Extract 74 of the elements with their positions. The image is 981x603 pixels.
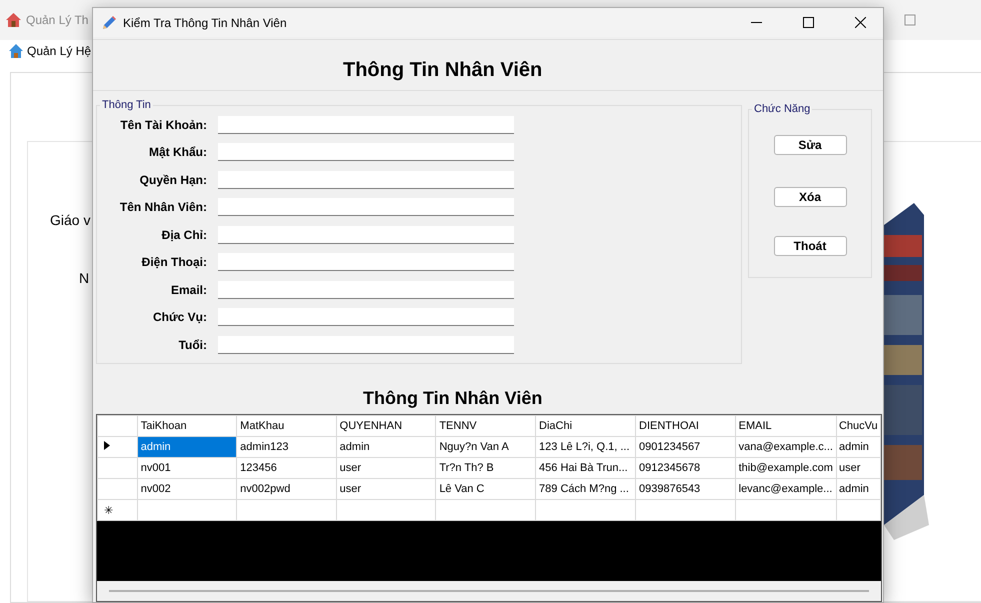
pencil-icon [101, 14, 117, 30]
table-cell[interactable]: nv001 [137, 458, 237, 478]
table-cell[interactable]: admin [836, 478, 880, 500]
table-cell[interactable]: user [336, 458, 436, 478]
label-text: Giáo v [50, 212, 90, 228]
input-field[interactable] [218, 253, 514, 272]
table-cell[interactable]: admin [836, 436, 880, 458]
input-field[interactable] [218, 308, 514, 326]
table-cell[interactable]: 0912345678 [636, 458, 736, 478]
table-cell[interactable]: levanc@example... [735, 478, 836, 500]
new-row-marker: ✳ [98, 500, 138, 520]
column-header[interactable]: TaiKhoan [137, 416, 237, 436]
input-field[interactable] [218, 116, 514, 134]
form-heading: Thông Tin Nhân Viên [343, 58, 542, 82]
input-field[interactable] [218, 280, 514, 299]
window-title: Quản Lý Th [26, 13, 88, 27]
table-cell[interactable]: Nguy?n Van A [436, 436, 536, 458]
dialog-title: Kiểm Tra Thông Tin Nhân Viên [123, 16, 287, 30]
house-icon [8, 43, 24, 59]
table-cell[interactable]: 456 Hai Bà Trun... [536, 458, 636, 478]
table-cell[interactable]: user [836, 458, 880, 478]
field-label: Mật Khẩu: [148, 145, 207, 160]
table-cell[interactable]: admin [336, 436, 436, 458]
group-title: Thông Tin [101, 99, 152, 111]
column-header[interactable]: DiaChi [536, 416, 636, 436]
field-label: Điện Thoại: [140, 255, 207, 270]
maximize-icon [802, 17, 814, 28]
table-cell[interactable]: admin123 [236, 436, 336, 458]
table-cell[interactable]: 0901234567 [636, 436, 736, 458]
field-label: Tên Nhân Viên: [118, 200, 207, 214]
table-cell[interactable]: 0939876543 [636, 478, 736, 500]
table-cell[interactable]: user [336, 478, 436, 500]
input-field[interactable] [218, 336, 514, 354]
input-field[interactable] [218, 198, 514, 216]
field-label: Tuổi: [178, 338, 207, 352]
label-text: N [79, 270, 90, 286]
table-cell[interactable]: Lê Van C [436, 478, 536, 500]
table-cell[interactable]: Tr?n Th? B [436, 458, 536, 478]
input-field[interactable] [218, 226, 514, 244]
minimize-icon [750, 22, 762, 24]
table-cell[interactable]: 123 Lê L?i, Q.1, ... [536, 436, 636, 458]
field-label: Địa Chỉ: [160, 228, 207, 242]
table-cell[interactable]: 789 Cách M?ng ... [536, 478, 636, 500]
close-icon [854, 17, 866, 28]
column-header[interactable]: EMAIL [735, 416, 836, 436]
table-cell[interactable]: admin [137, 436, 237, 458]
row-header[interactable] [98, 436, 138, 458]
input-field[interactable] [218, 170, 514, 189]
group-title: Chức Năng [753, 103, 812, 115]
table-cell[interactable]: nv002pwd [236, 478, 336, 500]
column-header[interactable]: TENNV [436, 416, 536, 436]
action-button[interactable]: Thoát [774, 236, 846, 256]
action-button[interactable]: Sửa [774, 135, 846, 155]
field-label: Quyền Hạn: [138, 172, 207, 187]
table-cell[interactable]: 123456 [236, 458, 336, 478]
table-cell[interactable]: vana@example.c... [735, 436, 836, 458]
input-field[interactable] [218, 143, 514, 162]
column-header[interactable]: ChucVu [836, 416, 880, 436]
table-heading: Thông Tin Nhân Viên [363, 386, 542, 410]
maximize-icon[interactable] [904, 14, 916, 26]
menu-item[interactable]: Quản Lý Hệ [8, 43, 92, 59]
field-label: Tên Tài Khoản: [119, 118, 207, 132]
field-label: Email: [170, 282, 207, 297]
scrollbar[interactable] [97, 581, 881, 601]
table-cell[interactable]: nv002 [137, 478, 237, 500]
field-label: Chức Vụ: [152, 310, 207, 324]
action-button[interactable]: Xóa [774, 187, 846, 207]
column-header[interactable]: MatKhau [236, 416, 336, 436]
current-row-icon [104, 441, 110, 450]
house-icon [5, 12, 22, 28]
table-cell[interactable]: thib@example.com [735, 458, 836, 478]
column-header[interactable]: DIENTHOAI [636, 416, 736, 436]
row-header [98, 416, 138, 436]
column-header[interactable]: QUYENHAN [336, 416, 436, 436]
